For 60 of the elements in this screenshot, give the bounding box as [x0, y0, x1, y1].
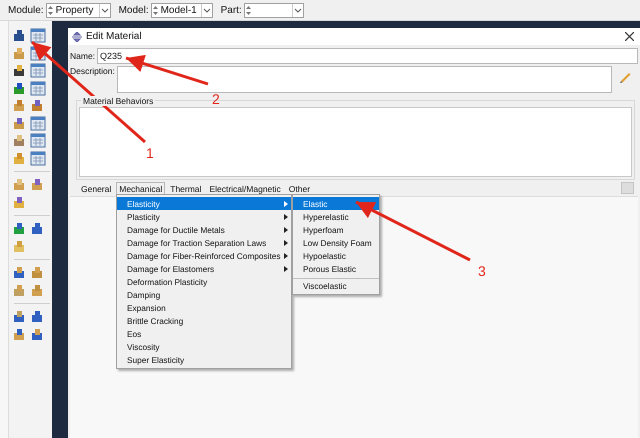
menu-item[interactable]: Low Density Foam: [293, 236, 379, 249]
spinner-icon[interactable]: [244, 4, 252, 16]
combo-box[interactable]: Model-1: [150, 2, 213, 18]
field-label: Part:: [220, 4, 242, 16]
combo-value: Model-1: [160, 4, 198, 16]
submenu-arrow-icon: [284, 252, 288, 258]
menu-tab[interactable]: Thermal: [167, 182, 204, 195]
dropdown-icon[interactable]: [292, 4, 303, 16]
menu-item[interactable]: Damage for Elastomers: [117, 262, 291, 275]
group-label: Material Behaviors: [81, 96, 156, 106]
combo-box[interactable]: [244, 2, 304, 18]
menu-item[interactable]: Damage for Ductile Metals: [117, 223, 291, 236]
submenu-arrow-icon: [284, 200, 288, 206]
submenu-arrow-icon: [284, 214, 288, 220]
field-label: Module:: [8, 4, 44, 16]
field-label: Description:: [70, 66, 115, 76]
menu-item[interactable]: Eos: [117, 327, 291, 340]
menu-item[interactable]: Viscoelastic: [293, 278, 379, 292]
menu-item[interactable]: Porous Elastic: [293, 262, 379, 275]
close-icon[interactable]: [625, 32, 634, 41]
menu-tab[interactable]: Other: [286, 182, 314, 195]
field-label: Name:: [70, 51, 96, 61]
table-icon[interactable]: [30, 63, 46, 78]
combo-box[interactable]: Property: [46, 2, 111, 18]
submenu-arrow-icon: [284, 240, 288, 246]
spinner-icon[interactable]: [46, 4, 54, 16]
table-icon[interactable]: [30, 28, 46, 44]
material-icon: [72, 32, 82, 42]
menu-item[interactable]: Hyperelastic: [293, 210, 379, 223]
table-icon[interactable]: [30, 116, 46, 131]
description-field[interactable]: [116, 66, 612, 93]
dropdown-icon[interactable]: [200, 4, 212, 16]
spinner-icon[interactable]: [152, 4, 159, 16]
annotation-number: 2: [212, 91, 220, 107]
menu-item[interactable]: Elasticity: [117, 197, 291, 210]
menu-item[interactable]: Damping: [117, 288, 291, 301]
menu-tab[interactable]: Electrical/Magnetic: [206, 182, 284, 195]
menu-item[interactable]: Deformation Plasticity: [117, 275, 291, 288]
menu-item[interactable]: Brittle Cracking: [117, 314, 291, 327]
annotation-number: 3: [478, 263, 486, 279]
menu-item[interactable]: Hyperfoam: [293, 223, 379, 236]
name-field[interactable]: Q235: [97, 48, 638, 64]
menu-item[interactable]: Plasticity: [117, 210, 291, 223]
table-icon[interactable]: [30, 133, 46, 148]
menu-tab[interactable]: General: [78, 182, 114, 195]
menu-item[interactable]: Hypoelastic: [293, 249, 379, 262]
table-icon[interactable]: [30, 150, 46, 166]
menu-item[interactable]: Super Elasticity: [117, 353, 291, 366]
menu-item[interactable]: Damage for Fiber-Reinforced Composites: [117, 249, 291, 262]
window-title: Edit Material: [86, 31, 143, 42]
annotation-number: 1: [146, 145, 154, 161]
submenu-arrow-icon: [284, 266, 288, 272]
table-icon[interactable]: [30, 80, 46, 96]
menu-item[interactable]: Damage for Traction Separation Laws: [117, 236, 291, 249]
submenu-arrow-icon: [284, 226, 288, 232]
field-label: Model:: [118, 4, 149, 16]
combo-value: Property: [54, 4, 94, 16]
dropdown-icon[interactable]: [98, 4, 110, 16]
menu-item[interactable]: Expansion: [117, 301, 291, 314]
menu-item[interactable]: Viscosity: [117, 340, 291, 353]
